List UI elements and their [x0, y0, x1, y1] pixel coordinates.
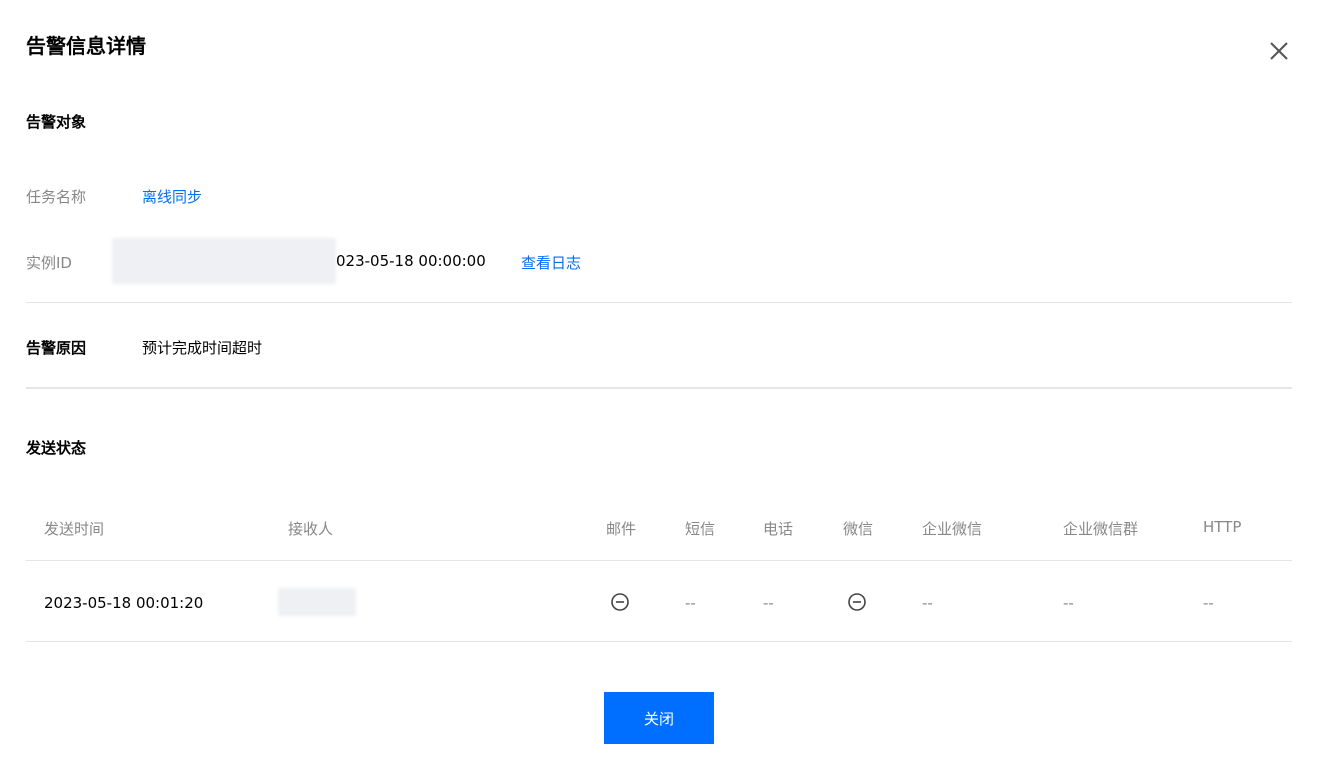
column-header-phone: 电话 [763, 520, 794, 538]
alarm-object-heading: 告警对象 [26, 113, 87, 131]
instance-id-value: 023-05-18 00:00:00 [336, 252, 486, 270]
divider [26, 302, 1292, 303]
instance-id-label: 实例ID [26, 254, 72, 272]
column-header-http: HTTP [1203, 518, 1242, 536]
send-status-heading: 发送状态 [26, 439, 87, 457]
cell-phone: -- [763, 594, 774, 612]
close-button[interactable]: 关闭 [604, 692, 714, 744]
cell-sms: -- [685, 594, 696, 612]
column-header-wecom: 企业微信 [922, 520, 983, 538]
table-row-divider [26, 641, 1292, 642]
instance-id-redacted [112, 238, 336, 284]
task-name-label: 任务名称 [26, 188, 87, 206]
dialog-title: 告警信息详情 [26, 34, 146, 58]
cell-wecom: -- [922, 594, 933, 612]
minus-circle-icon [847, 592, 867, 612]
receiver-redacted [278, 588, 356, 616]
alarm-reason-label: 告警原因 [26, 339, 87, 357]
divider [26, 387, 1292, 389]
minus-circle-icon [610, 592, 630, 612]
column-header-email: 邮件 [606, 520, 637, 538]
close-icon[interactable] [1266, 38, 1292, 64]
column-header-sms: 短信 [685, 520, 716, 538]
column-header-wecom-group: 企业微信群 [1063, 520, 1139, 538]
cell-send-time: 2023-05-18 00:01:20 [44, 594, 204, 612]
cell-wecom-group: -- [1063, 594, 1074, 612]
cell-http: -- [1203, 594, 1214, 612]
alarm-reason-value: 预计完成时间超时 [142, 339, 263, 357]
task-name-link[interactable]: 离线同步 [142, 186, 202, 207]
table-header-divider [26, 560, 1292, 561]
column-header-send-time: 发送时间 [44, 520, 105, 538]
view-log-link[interactable]: 查看日志 [521, 252, 581, 273]
column-header-wechat: 微信 [843, 520, 874, 538]
column-header-receiver: 接收人 [288, 520, 334, 538]
